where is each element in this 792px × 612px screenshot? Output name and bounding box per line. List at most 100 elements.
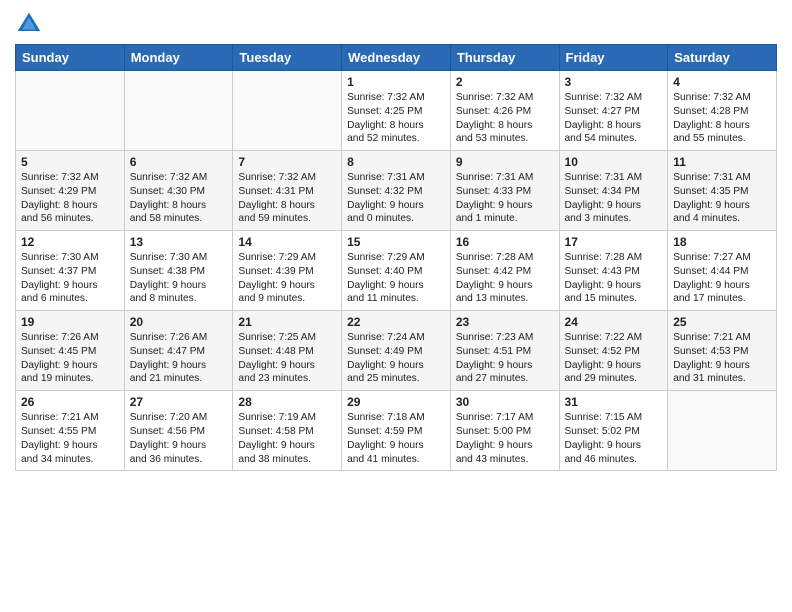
day-number: 26 — [21, 395, 119, 409]
week-row: 19 Sunrise: 7:26 AM Sunset: 4:45 PM Dayli… — [16, 311, 777, 391]
day-number: 13 — [130, 235, 228, 249]
day-number: 8 — [347, 155, 445, 169]
day-cell: 15 Sunrise: 7:29 AM Sunset: 4:40 PM Dayli… — [342, 231, 451, 311]
day-info: Sunrise: 7:31 AM Sunset: 4:32 PM Dayligh… — [347, 171, 445, 226]
day-cell: 6 Sunrise: 7:32 AM Sunset: 4:30 PM Daylig… — [124, 151, 233, 231]
header-day: Thursday — [450, 45, 559, 71]
day-info: Sunrise: 7:28 AM Sunset: 4:42 PM Dayligh… — [456, 251, 554, 306]
day-number: 20 — [130, 315, 228, 329]
day-info: Sunrise: 7:21 AM Sunset: 4:55 PM Dayligh… — [21, 411, 119, 466]
day-info: Sunrise: 7:17 AM Sunset: 5:00 PM Dayligh… — [456, 411, 554, 466]
header-day: Wednesday — [342, 45, 451, 71]
day-info: Sunrise: 7:28 AM Sunset: 4:43 PM Dayligh… — [565, 251, 663, 306]
day-info: Sunrise: 7:21 AM Sunset: 4:53 PM Dayligh… — [673, 331, 771, 386]
week-row: 26 Sunrise: 7:21 AM Sunset: 4:55 PM Dayli… — [16, 391, 777, 471]
day-number: 29 — [347, 395, 445, 409]
header-day: Sunday — [16, 45, 125, 71]
day-number: 16 — [456, 235, 554, 249]
day-info: Sunrise: 7:32 AM Sunset: 4:25 PM Dayligh… — [347, 91, 445, 146]
day-cell — [16, 71, 125, 151]
page: SundayMondayTuesdayWednesdayThursdayFrid… — [0, 0, 792, 481]
day-info: Sunrise: 7:19 AM Sunset: 4:58 PM Dayligh… — [238, 411, 336, 466]
day-cell: 1 Sunrise: 7:32 AM Sunset: 4:25 PM Daylig… — [342, 71, 451, 151]
day-number: 5 — [21, 155, 119, 169]
day-cell: 22 Sunrise: 7:24 AM Sunset: 4:49 PM Dayli… — [342, 311, 451, 391]
day-number: 6 — [130, 155, 228, 169]
day-number: 23 — [456, 315, 554, 329]
header-day: Saturday — [668, 45, 777, 71]
day-info: Sunrise: 7:25 AM Sunset: 4:48 PM Dayligh… — [238, 331, 336, 386]
day-cell: 13 Sunrise: 7:30 AM Sunset: 4:38 PM Dayli… — [124, 231, 233, 311]
day-cell: 3 Sunrise: 7:32 AM Sunset: 4:27 PM Daylig… — [559, 71, 668, 151]
day-number: 30 — [456, 395, 554, 409]
day-info: Sunrise: 7:26 AM Sunset: 4:45 PM Dayligh… — [21, 331, 119, 386]
day-number: 15 — [347, 235, 445, 249]
day-cell — [668, 391, 777, 471]
logo-icon — [15, 10, 43, 38]
day-info: Sunrise: 7:30 AM Sunset: 4:37 PM Dayligh… — [21, 251, 119, 306]
day-number: 19 — [21, 315, 119, 329]
day-info: Sunrise: 7:31 AM Sunset: 4:34 PM Dayligh… — [565, 171, 663, 226]
day-info: Sunrise: 7:15 AM Sunset: 5:02 PM Dayligh… — [565, 411, 663, 466]
day-number: 21 — [238, 315, 336, 329]
day-cell: 11Sunrise: 7:31 AM Sunset: 4:35 PM Dayli… — [668, 151, 777, 231]
day-cell — [233, 71, 342, 151]
day-cell: 14 Sunrise: 7:29 AM Sunset: 4:39 PM Dayli… — [233, 231, 342, 311]
day-number: 7 — [238, 155, 336, 169]
day-number: 28 — [238, 395, 336, 409]
day-number: 11 — [673, 155, 771, 169]
day-cell: 9 Sunrise: 7:31 AM Sunset: 4:33 PM Daylig… — [450, 151, 559, 231]
logo — [15, 10, 45, 38]
day-cell: 23 Sunrise: 7:23 AM Sunset: 4:51 PM Dayli… — [450, 311, 559, 391]
day-cell: 17Sunrise: 7:28 AM Sunset: 4:43 PM Dayli… — [559, 231, 668, 311]
day-cell: 16 Sunrise: 7:28 AM Sunset: 4:42 PM Dayli… — [450, 231, 559, 311]
day-number: 22 — [347, 315, 445, 329]
day-cell: 8 Sunrise: 7:31 AM Sunset: 4:32 PM Daylig… — [342, 151, 451, 231]
day-cell: 19 Sunrise: 7:26 AM Sunset: 4:45 PM Dayli… — [16, 311, 125, 391]
day-number: 24 — [565, 315, 663, 329]
day-info: Sunrise: 7:22 AM Sunset: 4:52 PM Dayligh… — [565, 331, 663, 386]
day-cell: 4 Sunrise: 7:32 AM Sunset: 4:28 PM Daylig… — [668, 71, 777, 151]
day-number: 18 — [673, 235, 771, 249]
day-info: Sunrise: 7:29 AM Sunset: 4:40 PM Dayligh… — [347, 251, 445, 306]
day-number: 31 — [565, 395, 663, 409]
week-row: 12Sunrise: 7:30 AM Sunset: 4:37 PM Dayli… — [16, 231, 777, 311]
day-cell: 12Sunrise: 7:30 AM Sunset: 4:37 PM Dayli… — [16, 231, 125, 311]
day-number: 14 — [238, 235, 336, 249]
day-cell: 7Sunrise: 7:32 AM Sunset: 4:31 PM Daylig… — [233, 151, 342, 231]
day-number: 9 — [456, 155, 554, 169]
day-info: Sunrise: 7:32 AM Sunset: 4:27 PM Dayligh… — [565, 91, 663, 146]
day-cell: 27 Sunrise: 7:20 AM Sunset: 4:56 PM Dayli… — [124, 391, 233, 471]
day-info: Sunrise: 7:24 AM Sunset: 4:49 PM Dayligh… — [347, 331, 445, 386]
day-number: 25 — [673, 315, 771, 329]
day-info: Sunrise: 7:32 AM Sunset: 4:28 PM Dayligh… — [673, 91, 771, 146]
day-info: Sunrise: 7:31 AM Sunset: 4:33 PM Dayligh… — [456, 171, 554, 226]
day-info: Sunrise: 7:32 AM Sunset: 4:30 PM Dayligh… — [130, 171, 228, 226]
day-info: Sunrise: 7:30 AM Sunset: 4:38 PM Dayligh… — [130, 251, 228, 306]
day-info: Sunrise: 7:32 AM Sunset: 4:29 PM Dayligh… — [21, 171, 119, 226]
header-day: Friday — [559, 45, 668, 71]
day-cell: 2Sunrise: 7:32 AM Sunset: 4:26 PM Daylig… — [450, 71, 559, 151]
day-cell — [124, 71, 233, 151]
day-number: 10 — [565, 155, 663, 169]
day-info: Sunrise: 7:23 AM Sunset: 4:51 PM Dayligh… — [456, 331, 554, 386]
day-info: Sunrise: 7:29 AM Sunset: 4:39 PM Dayligh… — [238, 251, 336, 306]
day-cell: 25 Sunrise: 7:21 AM Sunset: 4:53 PM Dayli… — [668, 311, 777, 391]
day-number: 4 — [673, 75, 771, 89]
day-info: Sunrise: 7:20 AM Sunset: 4:56 PM Dayligh… — [130, 411, 228, 466]
day-info: Sunrise: 7:18 AM Sunset: 4:59 PM Dayligh… — [347, 411, 445, 466]
day-number: 1 — [347, 75, 445, 89]
day-cell: 20Sunrise: 7:26 AM Sunset: 4:47 PM Dayli… — [124, 311, 233, 391]
header-day: Tuesday — [233, 45, 342, 71]
week-row: 1 Sunrise: 7:32 AM Sunset: 4:25 PM Daylig… — [16, 71, 777, 151]
day-info: Sunrise: 7:27 AM Sunset: 4:44 PM Dayligh… — [673, 251, 771, 306]
header-row: SundayMondayTuesdayWednesdayThursdayFrid… — [16, 45, 777, 71]
day-number: 3 — [565, 75, 663, 89]
day-cell: 18 Sunrise: 7:27 AM Sunset: 4:44 PM Dayli… — [668, 231, 777, 311]
day-cell: 21 Sunrise: 7:25 AM Sunset: 4:48 PM Dayli… — [233, 311, 342, 391]
day-cell: 30 Sunrise: 7:17 AM Sunset: 5:00 PM Dayli… — [450, 391, 559, 471]
calendar-table: SundayMondayTuesdayWednesdayThursdayFrid… — [15, 44, 777, 471]
day-cell: 24 Sunrise: 7:22 AM Sunset: 4:52 PM Dayli… — [559, 311, 668, 391]
day-number: 27 — [130, 395, 228, 409]
day-cell: 31 Sunrise: 7:15 AM Sunset: 5:02 PM Dayli… — [559, 391, 668, 471]
